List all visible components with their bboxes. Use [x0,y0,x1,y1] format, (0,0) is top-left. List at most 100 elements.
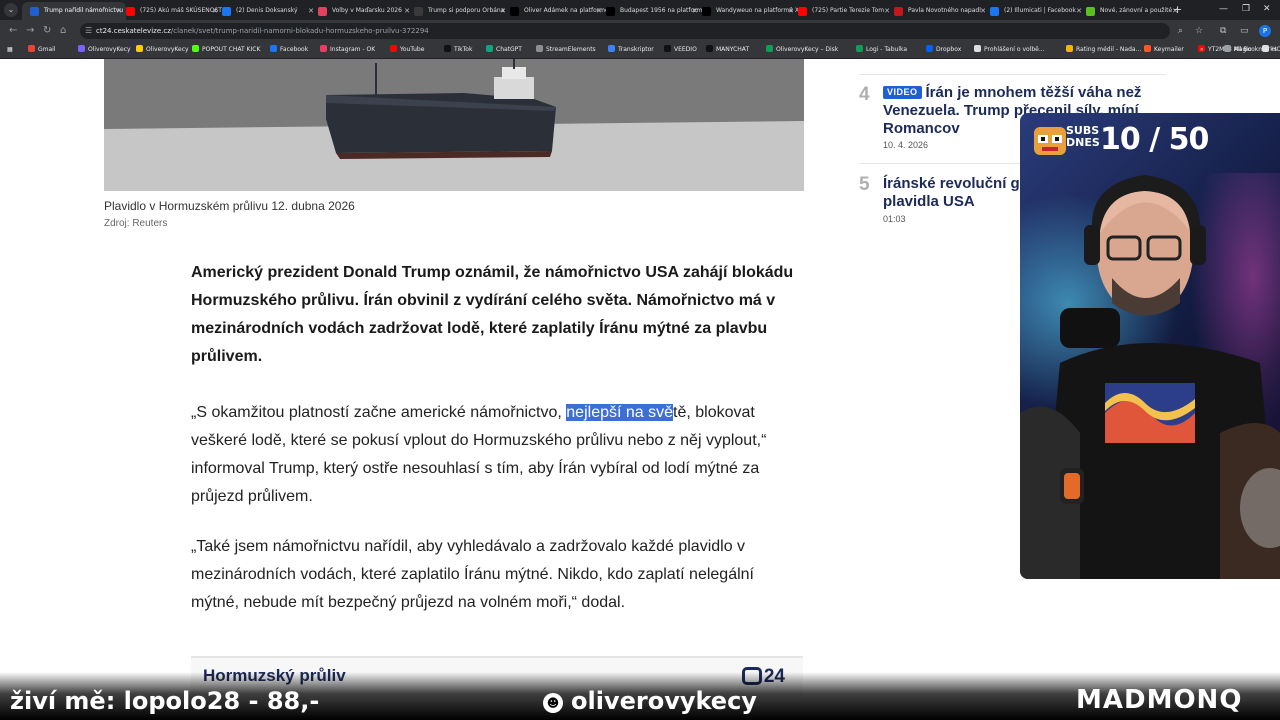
bookmark-label: VEEDIO [674,46,697,53]
sidebar-divider [859,74,1166,75]
bookmark-label: Gmail [38,46,56,53]
kick-icon: ☻ [543,693,563,713]
tab-title: Nové, zánovní a použité [1100,7,1173,14]
tab-title: (2) Denis Doksanský [236,7,298,14]
browser-tab[interactable]: Oliver Adámek na platformě X ✕ [502,2,606,20]
tab-favicon-icon [414,7,423,16]
forward-icon[interactable]: → [26,24,34,38]
bookmark-item[interactable]: TikTok [444,42,472,58]
browser-tab[interactable]: Trump nařídil námořnictvu ✕ [22,2,126,20]
all-bookmarks[interactable]: All Bookmarks [1224,42,1277,58]
tab-favicon-icon [126,7,135,16]
sponsor-logo: MADMONQ [1076,685,1243,715]
tab-favicon-icon [1086,7,1095,16]
profile-avatar[interactable]: P [1259,25,1271,37]
bookmark-item[interactable]: Instagram - OK [320,42,375,58]
bookmark-favicon-icon [926,45,933,52]
bookmark-label: OliverovyKecy [146,46,189,53]
bookmark-item[interactable]: YouTube [390,42,424,58]
more-bookmarks-icon[interactable]: » [1200,42,1204,58]
bookmark-item[interactable]: StreamElements [536,42,596,58]
tab-title: Trump nařídil námořnictvu [44,7,124,14]
site-info-icon[interactable]: ☰ [85,25,92,37]
back-icon[interactable]: ← [9,24,17,38]
bookmark-favicon-icon [78,45,85,52]
browser-tab[interactable]: (725) Partie Terezie Tom ✕ [790,2,894,20]
tab-favicon-icon [318,7,327,16]
bookmark-item[interactable]: Dropbox [926,42,961,58]
bookmark-item[interactable]: Facebook [270,42,308,58]
tab-title: Pavla Novotného napadl [908,7,981,14]
apps-icon[interactable]: ▦ [7,42,13,58]
close-window-icon[interactable]: ✕ [1263,3,1271,15]
browser-tab[interactable]: Pavla Novotného napadl ✕ [886,2,990,20]
tab-title: (725) Akú máš SKÚSENOST [140,7,222,14]
address-bar[interactable]: ☰ ct24.ceskatelevize.cz/clanek/svet/trum… [80,23,1170,39]
bookmark-item[interactable]: Logi - Tabulka [856,42,907,58]
browser-tab[interactable]: Wandyweuo na platformě X ✕ [694,2,798,20]
tab-favicon-icon [510,7,519,16]
bookmark-favicon-icon [608,45,615,52]
minimize-icon[interactable]: — [1219,3,1228,15]
bookmark-favicon-icon [444,45,451,52]
mascot-icon [1034,127,1066,155]
bookmark-favicon-icon [664,45,671,52]
browser-tab[interactable]: (2) Illumicati | Facebook ✕ [982,2,1086,20]
sidepanel-icon[interactable]: ▭ [1240,24,1249,38]
bookmark-label: Rating médií - Nada... [1076,46,1142,53]
article-paragraph-1: „S okamžitou platností začne americké ná… [191,404,767,505]
tab-strip: ⌄ Trump nařídil námořnictvu ✕ (725) Akú má… [0,0,1280,20]
browser-tab[interactable]: Trump si podporu Orbána ✕ [406,2,510,20]
zoom-icon[interactable]: ⌕ [1178,24,1183,38]
bookmark-label: Transkriptor [618,46,654,53]
bookmark-label: POPOUT CHAT KICK [202,46,261,53]
bookmark-label: MANYCHAT [716,46,750,53]
bookmark-favicon-icon [536,45,543,52]
bookmark-label: YouTube [400,46,425,53]
video-badge: VIDEO [883,86,922,99]
new-tab-icon[interactable]: + [1173,2,1182,18]
browser-tab[interactable]: Volby v Maďarsku 2026 ✕ [310,2,414,20]
bookmark-favicon-icon [136,45,143,52]
streamer-figure [1020,175,1280,579]
browser-tab[interactable]: (725) Akú máš SKÚSENOST ✕ [118,2,222,20]
reload-icon[interactable]: ↻ [43,24,51,38]
bookmark-label: OliverovyKecy [88,46,131,53]
bookmark-item[interactable]: VEEDIO [664,42,697,58]
bookmark-item[interactable]: Rating médií - Nada... [1066,42,1141,58]
bookmark-item[interactable]: MANYCHAT [706,42,749,58]
bookmark-item[interactable]: OliverovyKecy [136,42,189,58]
bookmark-item[interactable]: OliverovyKecy – Disk [766,42,838,58]
bookmark-favicon-icon [766,45,773,52]
bookmark-star-icon[interactable]: ☆ [1195,24,1203,38]
bookmark-label: Facebook [280,46,309,53]
restore-icon[interactable]: ❐ [1242,3,1250,15]
donation-ticker: živí mě: lopolo28 - 88,- [10,687,320,715]
bookmark-favicon-icon [270,45,277,52]
image-caption: Plavidlo v Hormuzském průlivu 12. dubna … [104,199,355,213]
ship-photo [104,59,804,191]
channel-name: ☻ oliverovykecy [543,686,757,716]
image-source: Zdroj: Reuters [104,218,168,229]
browser-tab[interactable]: (2) Denis Doksanský ✕ [214,2,318,20]
bookmark-label: ChatGPT [496,46,522,53]
bookmark-item[interactable]: ChatGPT [486,42,522,58]
bookmark-item[interactable]: OliverovyKecy [78,42,131,58]
bookmark-item[interactable]: Gmail [28,42,56,58]
sidebar-rank-5: 5 [859,174,870,195]
bookmark-item[interactable]: Keymailer [1144,42,1184,58]
tab-favicon-icon [30,7,39,16]
bookmark-favicon-icon [486,45,493,52]
bookmark-label: Dropbox [936,46,962,53]
tab-favicon-icon [798,7,807,16]
extensions-icon[interactable]: ⧉ [1220,24,1226,38]
bookmarks-bar: ▦ Gmail OliverovyKecy OliverovyKecy POPOUT … [0,42,1280,59]
tab-search-icon[interactable]: ⌄ [4,3,18,17]
browser-tab[interactable]: Nové, zánovní a použité ✕ [1078,2,1182,20]
bookmark-item[interactable]: Transkriptor [608,42,654,58]
browser-tab[interactable]: Budapest 1956 na platformě X✕ [598,2,702,20]
bookmark-item[interactable]: POPOUT CHAT KICK [192,42,260,58]
home-icon[interactable]: ⌂ [60,24,66,38]
bookmark-item[interactable]: Prohlášení o volbě... [974,42,1045,58]
tab-favicon-icon [702,7,711,16]
